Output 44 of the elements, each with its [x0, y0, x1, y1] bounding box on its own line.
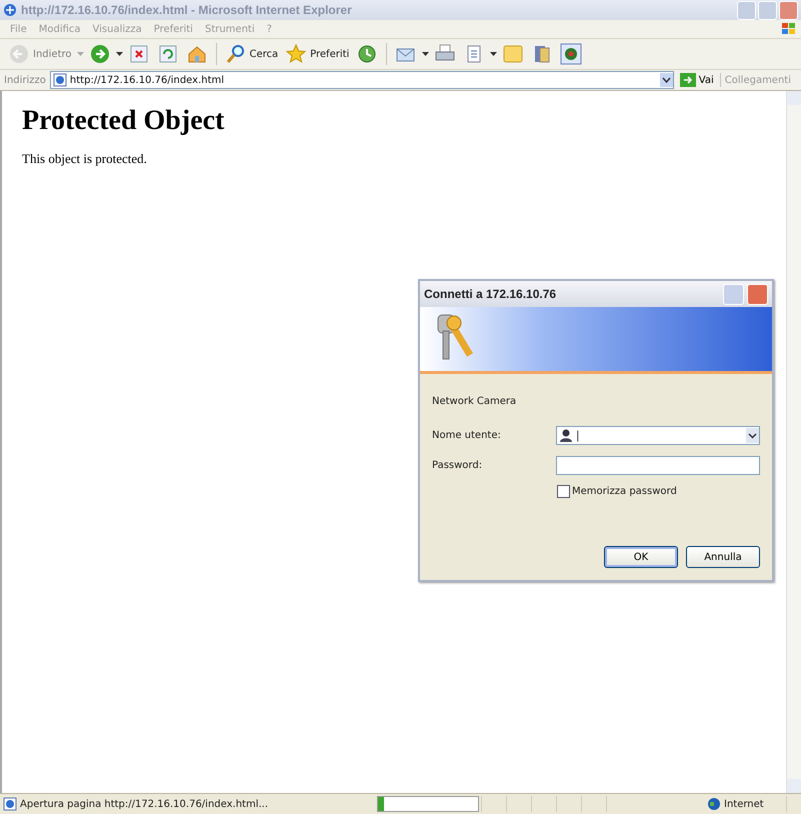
cancel-button[interactable]: Annulla: [686, 546, 760, 568]
refresh-icon: [156, 43, 178, 65]
user-icon: [560, 428, 572, 442]
windows-flag-icon: [781, 22, 797, 36]
toolbar-button[interactable]: Cerca: [222, 42, 280, 66]
toolbar-button[interactable]: [558, 42, 584, 66]
globe-icon: [707, 797, 721, 811]
status-text: Apertura pagina http://172.16.10.76/index.html...: [20, 798, 268, 810]
page-icon: [52, 73, 67, 87]
ok-button[interactable]: OK: [604, 546, 678, 568]
close-button[interactable]: [779, 0, 798, 20]
password-field[interactable]: [556, 456, 760, 474]
clock-icon: [356, 43, 378, 65]
menu-item[interactable]: Modifica: [32, 24, 87, 34]
menu-item[interactable]: Preferiti: [148, 24, 199, 34]
menu-item[interactable]: Strumenti: [198, 24, 261, 34]
page-heading: Protected Object: [22, 105, 226, 137]
address-label: Indirizzo: [4, 74, 46, 86]
dropdown-arrow-icon[interactable]: [422, 52, 430, 56]
menu-item[interactable]: Visualizza: [86, 24, 148, 34]
dropdown-arrow-icon[interactable]: [116, 52, 122, 56]
search-icon: [224, 43, 246, 65]
links-button[interactable]: Collegamenti: [724, 74, 797, 86]
checkbox-label: Memorizza password: [572, 486, 677, 497]
remember-checkbox[interactable]: [557, 485, 570, 498]
field-label: Password:: [432, 460, 484, 470]
address-field[interactable]: http://172.16.10.76/index.html: [50, 71, 674, 89]
menu-item[interactable]: File: [4, 24, 33, 34]
page-icon: [3, 797, 17, 811]
realm-text: Network Camera: [432, 396, 518, 407]
stop-icon: [128, 43, 150, 65]
username-field[interactable]: |: [556, 426, 760, 444]
star-icon: [285, 43, 308, 65]
page-text: This object is protected.: [22, 151, 148, 167]
window-title: http://172.16.10.76/index.html - Microsoft Internet Explorer: [21, 3, 352, 17]
dialog-title: Connetti a 172.16.10.76: [424, 287, 556, 301]
toolbar-button[interactable]: Preferiti: [283, 42, 352, 66]
dropdown-arrow-icon[interactable]: [490, 52, 498, 56]
go-button[interactable]: Vai: [678, 73, 721, 87]
close-button[interactable]: [747, 284, 768, 304]
browser-icon: [3, 3, 17, 17]
field-label: Nome utente:: [432, 430, 502, 440]
menu-item[interactable]: ?: [260, 24, 278, 34]
zone-text: Internet: [724, 798, 764, 810]
